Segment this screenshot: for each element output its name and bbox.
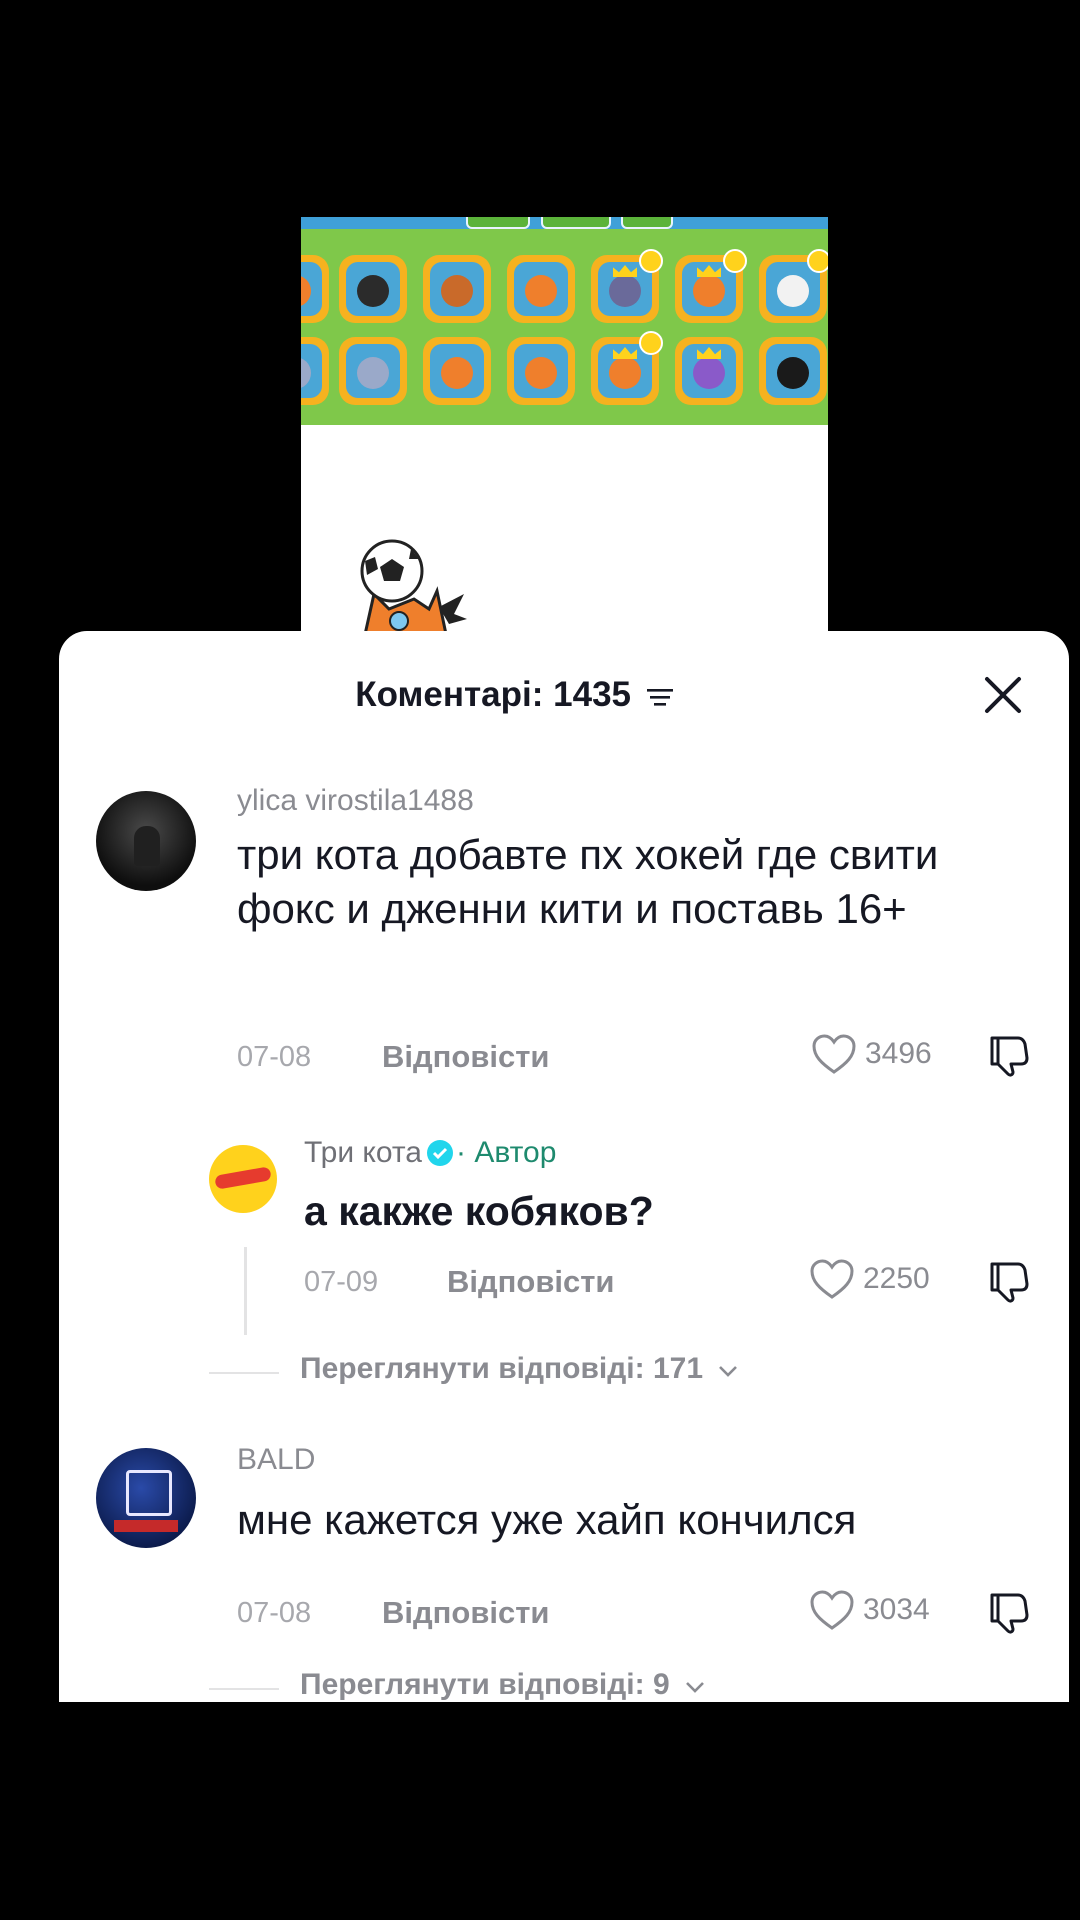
- reply-text: а какже кобяков?: [304, 1188, 654, 1234]
- character-tile: [301, 337, 329, 405]
- character-tile: [675, 337, 743, 405]
- view-replies-button[interactable]: Переглянути відповіді: 9: [300, 1668, 706, 1702]
- verified-icon: [427, 1140, 453, 1166]
- like-button[interactable]: 3034: [809, 1589, 930, 1631]
- view-replies-label: Переглянути відповіді: 171: [300, 1352, 704, 1385]
- reply-thread-line: [244, 1247, 247, 1335]
- game-pill: [621, 217, 673, 229]
- reply-username[interactable]: Три кота: [304, 1136, 422, 1169]
- divider: [209, 1688, 279, 1690]
- comment-username[interactable]: ylica virostila1488: [237, 784, 474, 818]
- like-count: 3034: [863, 1593, 930, 1626]
- character-tile: [759, 337, 827, 405]
- comments-count-title: Коментарі: 1435: [355, 675, 631, 714]
- reply-username-row: Три кота · Автор: [304, 1136, 556, 1170]
- view-replies-label: Переглянути відповіді: 9: [300, 1668, 670, 1701]
- reply-button[interactable]: Відповісти: [382, 1039, 550, 1075]
- chevron-down-icon: [686, 1682, 704, 1693]
- heart-icon: [810, 1590, 854, 1630]
- character-tile: [507, 255, 575, 323]
- game-pill: [466, 217, 530, 229]
- avatar[interactable]: [96, 791, 196, 891]
- character-tile: [423, 337, 491, 405]
- like-count: 3496: [865, 1037, 932, 1070]
- like-count: 2250: [863, 1262, 930, 1295]
- character-tile: [759, 249, 828, 323]
- video-frame: [301, 217, 828, 637]
- dislike-icon[interactable]: [984, 1591, 1030, 1635]
- game-screenshot: [301, 217, 828, 425]
- comment-date: 07-08: [237, 1041, 312, 1073]
- character-tile: [591, 331, 663, 405]
- cat-with-ball-icon: [360, 539, 467, 637]
- like-button[interactable]: 2250: [809, 1258, 930, 1300]
- like-button[interactable]: 3496: [811, 1033, 932, 1075]
- view-replies-button[interactable]: Переглянути відповіді: 171: [300, 1352, 739, 1386]
- character-tile: [301, 255, 329, 323]
- chevron-down-icon: [719, 1366, 738, 1377]
- character-tile: [675, 249, 747, 323]
- author-tag: · Автор: [456, 1136, 557, 1169]
- comments-header: Коментарі: 1435: [59, 675, 969, 715]
- sort-icon[interactable]: [646, 686, 673, 708]
- dislike-icon[interactable]: [984, 1034, 1030, 1078]
- comment-text: мне кажется уже хайп кончился: [237, 1496, 857, 1543]
- dislike-icon[interactable]: [984, 1260, 1030, 1304]
- character-tile: [507, 337, 575, 405]
- game-pill: [541, 217, 611, 229]
- divider: [209, 1372, 279, 1374]
- character-tile: [591, 249, 663, 323]
- author-avatar[interactable]: [209, 1145, 277, 1213]
- avatar[interactable]: [96, 1448, 196, 1548]
- comment-text: три кота добавте пх хокей где свити фокс…: [237, 831, 939, 932]
- reply-button[interactable]: Відповісти: [447, 1264, 615, 1300]
- heart-icon: [810, 1259, 854, 1299]
- character-tile: [339, 255, 407, 323]
- heart-icon: [812, 1034, 856, 1074]
- close-icon[interactable]: [979, 671, 1027, 719]
- reply-date: 07-09: [304, 1266, 379, 1298]
- comment-date: 07-08: [237, 1597, 312, 1629]
- reply-button[interactable]: Відповісти: [382, 1595, 550, 1631]
- comment-username[interactable]: BALD: [237, 1443, 315, 1477]
- comments-sheet: Коментарі: 1435 ylica virostila1488 три …: [59, 631, 1069, 1702]
- character-tile: [423, 255, 491, 323]
- character-tile: [339, 337, 407, 405]
